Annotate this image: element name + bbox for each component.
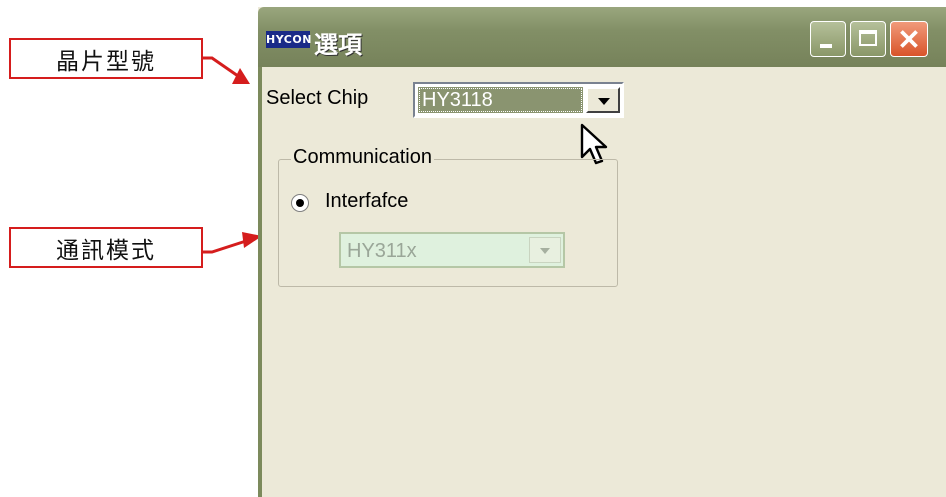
annotation-callout-chip-model: 晶片型號 xyxy=(9,38,203,79)
select-chip-label: Select Chip xyxy=(266,87,369,109)
window-body: Select Chip HY3118 Communication Interfa… xyxy=(258,67,946,497)
interface-select-dropdown[interactable]: HY311x xyxy=(339,232,565,268)
annotation-arrow-1 xyxy=(203,56,250,84)
window-title: 選項 xyxy=(314,31,362,59)
communication-group-label: Communication xyxy=(291,146,434,169)
close-icon xyxy=(900,30,918,48)
annotation-label: 通訊模式 xyxy=(56,237,156,264)
annotation-callout-communication-mode: 通訊模式 xyxy=(9,227,203,268)
interface-radio-button[interactable] xyxy=(291,194,309,212)
close-button[interactable] xyxy=(890,21,928,57)
interface-select-value[interactable]: HY311x xyxy=(347,240,417,263)
chevron-down-icon[interactable] xyxy=(529,237,561,263)
minimize-icon xyxy=(820,44,832,48)
communication-groupbox: Communication Interfafce HY311x xyxy=(278,146,618,287)
chevron-down-icon[interactable] xyxy=(586,87,620,113)
app-logo: HYCON xyxy=(266,31,312,48)
maximize-icon xyxy=(859,30,877,46)
annotation-label: 晶片型號 xyxy=(56,48,156,75)
options-window: HYCON 選項 Select Chip HY3118 Communicatio… xyxy=(258,7,946,497)
chip-select-value[interactable]: HY3118 xyxy=(418,87,583,113)
minimize-button[interactable] xyxy=(810,21,846,57)
maximize-button[interactable] xyxy=(850,21,886,57)
annotation-arrow-2 xyxy=(203,232,262,254)
chip-select-dropdown[interactable]: HY3118 xyxy=(413,82,624,118)
window-titlebar[interactable]: HYCON 選項 xyxy=(258,7,946,67)
interface-radio-label[interactable]: Interfafce xyxy=(325,190,408,213)
